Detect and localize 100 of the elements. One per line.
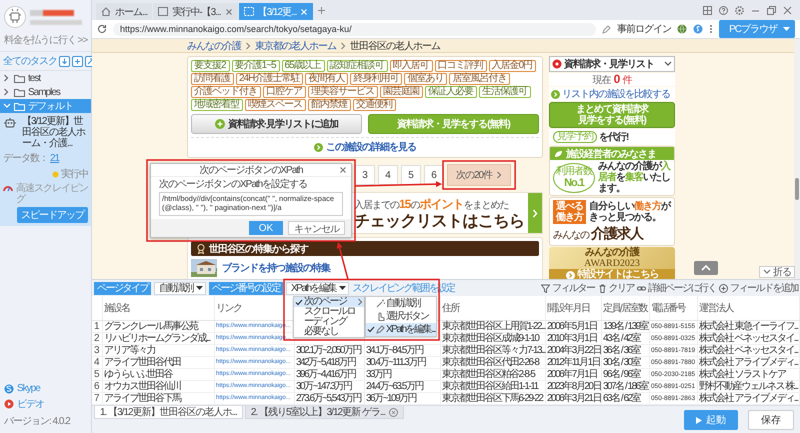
help-icon[interactable] <box>719 6 728 14</box>
table-cell: 東京都世田谷区代田2-26-8 <box>440 356 545 368</box>
list-dropdown[interactable]: 資料請求・見学リスト <box>549 56 675 72</box>
reload-icon[interactable] <box>97 24 107 34</box>
compare-link[interactable]: リスト内の施設を比較する <box>549 87 675 101</box>
more-icon[interactable] <box>709 24 714 34</box>
check-icon <box>295 298 303 306</box>
detail-link[interactable]: この施設の詳細を見る <box>326 140 416 154</box>
page-number-label: ページ番号の設定 <box>209 282 283 294</box>
caret-icon <box>339 286 346 290</box>
breadcrumb-link[interactable]: 東京都の老人ホーム <box>255 39 336 52</box>
feature-tag: 地域密着型 <box>191 99 243 111</box>
chevron-up-icon <box>701 265 711 271</box>
restore-icon[interactable] <box>767 6 776 14</box>
feature-tag: 終身利用可 <box>350 73 402 85</box>
table-cell: 株式会社 ベネッセスタイ... <box>697 344 800 356</box>
browser-tab[interactable]: ホーム... <box>96 3 152 20</box>
close-icon[interactable] <box>339 166 347 174</box>
folder-item[interactable]: test <box>0 71 91 85</box>
download-icon[interactable] <box>59 56 70 66</box>
pre-login-link[interactable]: 事前ログイン <box>617 22 672 36</box>
table-cell: グランクレール馬事公苑 <box>102 320 214 332</box>
menu-item[interactable]: 選択ボタン <box>366 310 436 323</box>
settings-icon[interactable] <box>735 6 744 14</box>
feature-tag: 交通便利 <box>353 99 396 111</box>
feature-tag: 要支援2 <box>191 60 230 72</box>
feature-tag: 口コミ評判 <box>434 60 487 72</box>
table-cell: 30万~147.3万円 <box>294 380 364 392</box>
toolbar-button[interactable]: 詳細ページに行く <box>637 281 716 295</box>
page-type-select[interactable]: 自動識別 <box>154 282 206 294</box>
row-number: 4 <box>92 356 102 368</box>
count-label: 現在 <box>592 74 611 87</box>
save-button[interactable]: 保存 <box>748 410 794 430</box>
table-cell: 2006年5月1日 <box>545 320 601 332</box>
menu-item[interactable]: 自動識別 <box>366 297 436 310</box>
toolbar-button[interactable]: フィールドを追加 <box>719 281 798 295</box>
count-value: 0 <box>614 73 620 86</box>
table-cell: 396万~4,416万円 <box>294 368 364 380</box>
table-cell: 野村不動産ウェルネス 株... <box>697 380 800 392</box>
pointer-icon <box>376 312 385 321</box>
table-cell: 株式会社 ベネッセスタイ... <box>697 332 800 344</box>
caret-icon <box>196 286 203 290</box>
feature-tag: 園芸庭園 <box>380 86 423 98</box>
close-icon[interactable] <box>783 6 792 14</box>
jobs-logo: 介護求人 <box>591 225 643 243</box>
scrollbar[interactable] <box>794 39 800 279</box>
extension-icon[interactable] <box>693 24 704 34</box>
new-tab-icon[interactable] <box>317 6 326 14</box>
jobs-text: 自分らしい働き方がきっと見つかる。 <box>589 201 671 223</box>
speed-icon <box>3 183 13 192</box>
close-icon[interactable] <box>224 8 233 16</box>
task-tab[interactable]: 2. 【残り5室以上】3/12更新 ゲラ... <box>244 406 404 419</box>
count-unit: 件 <box>622 74 632 87</box>
chevron-icon <box>357 298 363 306</box>
folder-icon <box>14 102 25 110</box>
mode-label: 高速スクレイピング <box>16 183 88 205</box>
feature-tag: 認知症相談可 <box>326 60 388 72</box>
row-number: 6 <box>92 380 102 392</box>
arrow-circle-icon <box>314 142 323 152</box>
chevron-icon <box>340 42 346 50</box>
page-button[interactable]: 5 <box>401 165 421 185</box>
avatar-icon <box>4 6 26 28</box>
table-cell: 307名 / 186室 <box>601 380 649 392</box>
page-number-select[interactable]: XPathを編集 <box>286 282 350 294</box>
table-cell: 24.4万~63.5万円 <box>364 380 440 392</box>
menu-item[interactable]: XPathを編集... <box>366 323 436 336</box>
menu-item[interactable]: 必要なし <box>294 327 364 337</box>
toolbar-button[interactable]: フィルター <box>541 281 594 295</box>
url-field[interactable]: https://www.minnanokaigo.com/search/tokyo/setagaya-ku/ <box>113 22 596 36</box>
cancel-button[interactable]: キャンセル <box>288 221 345 235</box>
fold-button[interactable]: 折る <box>759 266 795 278</box>
add-to-list-button[interactable]: 資料請求·見学リストに追加 <box>191 114 362 134</box>
close-icon[interactable] <box>389 408 398 416</box>
column-header: 開設年月日 <box>545 296 601 320</box>
add-icon[interactable] <box>72 56 83 66</box>
task-tab[interactable]: 1. 【3/12更新】世田谷区の老人ホ... <box>94 406 243 419</box>
tile-icon[interactable] <box>703 6 712 14</box>
table-cell: アリア等々力 <box>102 344 214 356</box>
plus-circle-icon <box>214 119 225 129</box>
pencil-icon[interactable] <box>602 24 612 34</box>
page-icon <box>158 7 168 16</box>
menu-item[interactable]: 次のページ <box>294 297 364 307</box>
feature-tag: 生活保護可 <box>479 86 531 98</box>
row-number: 2 <box>92 332 102 344</box>
toolbar-button[interactable]: クリア <box>598 281 634 295</box>
breadcrumb-link[interactable]: みんなの介護 <box>187 39 241 52</box>
page-button[interactable]: 4 <box>378 165 398 185</box>
scroll-top-button[interactable] <box>694 261 718 275</box>
browser-tab[interactable]: 実行中-【3... <box>153 3 238 20</box>
folder-item[interactable]: Samples <box>0 85 91 99</box>
caret-icon <box>783 26 790 32</box>
globe-icon[interactable] <box>677 24 688 34</box>
folder-icon <box>14 88 25 96</box>
menu-item[interactable]: スクロールローディング <box>294 307 364 327</box>
feature-link[interactable]: ブランドを持つ施設の特集 <box>222 261 330 275</box>
table-cell: 東京都世田谷区給田1-1-11 <box>440 380 545 392</box>
page-type-label: ページタイプ <box>94 282 151 294</box>
page-button[interactable]: 3 <box>355 165 375 185</box>
next-page-button[interactable]: 次の20件 <box>447 164 512 186</box>
table-cell: 36名 / 36室 <box>601 344 649 356</box>
